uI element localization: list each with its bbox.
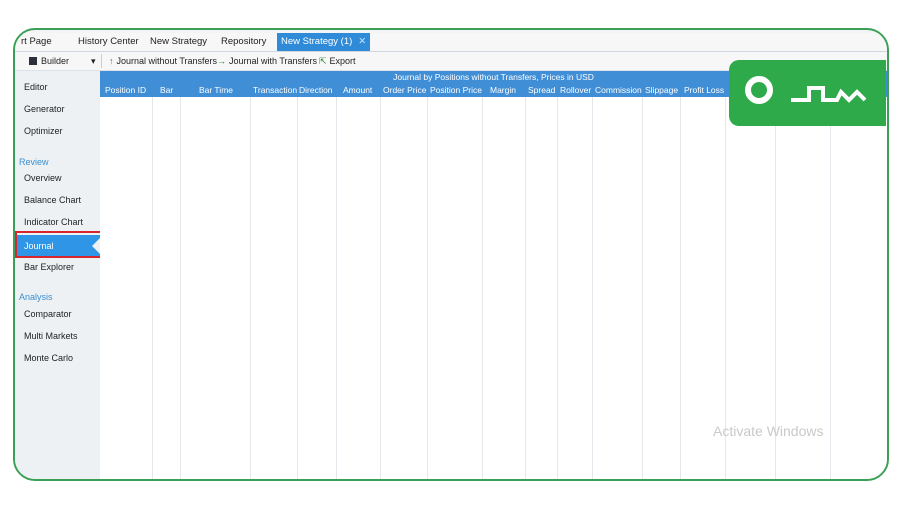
- logo-script-icon: [791, 86, 867, 103]
- column-divider: [592, 97, 593, 479]
- grid-icon: [29, 57, 37, 65]
- export-button[interactable]: ⇱ Export: [319, 54, 356, 68]
- sidebar-item-overview[interactable]: Overview: [24, 168, 62, 188]
- tab-label: New Strategy (1): [281, 36, 353, 47]
- col-rollover[interactable]: Rollover: [560, 85, 591, 95]
- column-divider: [180, 97, 181, 479]
- analysis-section-heading: Analysis: [19, 292, 53, 302]
- journal-without-transfers-button[interactable]: ↑ Journal without Transfers: [109, 54, 217, 68]
- export-label: Export: [329, 56, 356, 66]
- col-transaction[interactable]: Transaction: [253, 85, 297, 95]
- col-amount[interactable]: Amount: [343, 85, 372, 95]
- arrow-up-icon: ↑: [109, 56, 114, 66]
- arrow-right-icon: →: [217, 56, 226, 66]
- column-divider: [427, 97, 428, 479]
- column-divider: [557, 97, 558, 479]
- journal-with-label: Journal with Transfers: [229, 56, 318, 66]
- tab-new-strategy-1[interactable]: New Strategy (1) ✕: [277, 33, 371, 51]
- column-divider: [297, 97, 298, 479]
- activate-windows-watermark: Activate Windows: [713, 423, 824, 439]
- column-divider: [336, 97, 337, 479]
- sidebar-item-monte-carlo[interactable]: Monte Carlo: [24, 348, 73, 368]
- column-divider: [680, 97, 681, 479]
- sidebar-item-multi-markets[interactable]: Multi Markets: [24, 326, 78, 346]
- close-icon[interactable]: ✕: [358, 36, 366, 47]
- col-order-price[interactable]: Order Price: [383, 85, 426, 95]
- col-direction[interactable]: Direction: [299, 85, 333, 95]
- column-divider: [830, 97, 831, 479]
- column-divider: [525, 97, 526, 479]
- sidebar-item-balance-chart[interactable]: Balance Chart: [24, 190, 81, 210]
- builder-dropdown[interactable]: Builder ▾: [29, 54, 102, 68]
- tab-new-strategy[interactable]: New Strategy: [150, 33, 207, 51]
- tab-start-page[interactable]: rt Page: [21, 33, 52, 51]
- sidebar-item-editor[interactable]: Editor: [24, 77, 48, 97]
- col-slippage[interactable]: Slippage: [645, 85, 678, 95]
- col-position-price[interactable]: Position Price: [430, 85, 482, 95]
- col-spread[interactable]: Spread: [528, 85, 555, 95]
- tab-history-center[interactable]: History Center: [78, 33, 139, 51]
- chevron-down-icon: ▾: [91, 56, 96, 66]
- sidebar-item-comparator[interactable]: Comparator: [24, 304, 72, 324]
- journal-table: Journal by Positions without Transfers, …: [100, 71, 887, 479]
- sidebar-item-indicator-chart[interactable]: Indicator Chart: [24, 212, 83, 232]
- column-divider: [250, 97, 251, 479]
- col-bar[interactable]: Bar: [160, 85, 173, 95]
- logo-mark-icon: [745, 76, 773, 104]
- col-commission[interactable]: Commission: [595, 85, 642, 95]
- highlight-box: [15, 231, 105, 258]
- col-bar-time[interactable]: Bar Time: [199, 85, 233, 95]
- sidebar-item-bar-explorer[interactable]: Bar Explorer: [24, 257, 74, 277]
- sidebar-item-optimizer[interactable]: Optimizer: [24, 121, 63, 141]
- sidebar: Editor Generator Optimizer Review Overvi…: [15, 71, 105, 479]
- tab-bar: rt Page History Center New Strategy Repo…: [15, 33, 887, 52]
- export-icon: ⇱: [319, 56, 327, 66]
- journal-without-label: Journal without Transfers: [116, 56, 218, 66]
- column-divider: [152, 97, 153, 479]
- sidebar-item-generator[interactable]: Generator: [24, 99, 65, 119]
- column-divider: [482, 97, 483, 479]
- col-profit-loss[interactable]: Profit Loss: [684, 85, 724, 95]
- col-margin[interactable]: Margin: [490, 85, 516, 95]
- builder-label: Builder: [41, 56, 70, 66]
- tab-repository[interactable]: Repository: [221, 33, 266, 51]
- brand-logo: [729, 60, 886, 126]
- column-divider: [642, 97, 643, 479]
- column-divider: [380, 97, 381, 479]
- col-position-id[interactable]: Position ID: [105, 85, 146, 95]
- review-section-heading: Review: [19, 157, 49, 167]
- logo-text: [789, 80, 869, 118]
- journal-with-transfers-button[interactable]: → Journal with Transfers: [217, 54, 317, 68]
